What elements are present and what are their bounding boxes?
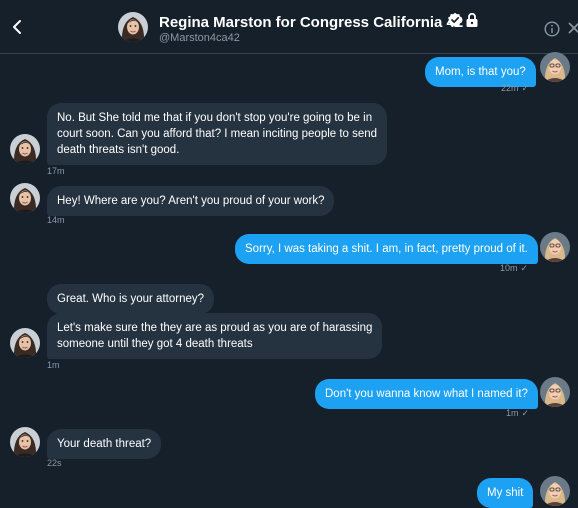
conversation-title[interactable]: Regina Marston for Congress California 4…: [159, 14, 463, 31]
avatar-image: [118, 12, 148, 42]
lock-icon: [466, 12, 478, 27]
close-icon[interactable]: [568, 22, 578, 34]
message-bubble-sent[interactable]: Don't you wanna know what I named it?: [315, 379, 538, 409]
message-timestamp: 22m ✓: [501, 83, 529, 94]
read-receipt-icon: ✓: [521, 408, 530, 418]
verified-badge-icon: [448, 12, 462, 27]
message-bubble-sent[interactable]: My shit: [477, 478, 534, 508]
message-bubble-received[interactable]: Hey! Where are you? Aren't you proud of …: [47, 186, 335, 216]
message-bubble-received[interactable]: Your death threat?: [47, 429, 162, 459]
message-line: court soon. Can you afford that? I mean …: [57, 128, 378, 140]
message-line: Let's make sure the they are as proud as…: [57, 322, 373, 334]
message-bubble-received[interactable]: No. But She told me that if you don't st…: [47, 103, 388, 165]
avatar: [10, 427, 40, 457]
avatar: [10, 328, 40, 358]
message-time: 1m: [506, 408, 519, 418]
message-time: 17m: [47, 166, 65, 176]
message-time: 14m: [47, 215, 65, 225]
message-bubble-received[interactable]: Great. Who is your attorney?: [47, 284, 215, 314]
message-time: 10m: [500, 263, 518, 273]
info-icon[interactable]: [544, 21, 560, 37]
avatar: [540, 377, 570, 407]
message-line: someone until they got 4 death threats: [57, 338, 253, 350]
avatar[interactable]: [118, 12, 148, 42]
avatar: [10, 134, 40, 164]
conversation-handle: @Marston4ca42: [159, 32, 240, 44]
avatar: [10, 183, 40, 213]
avatar: [540, 52, 570, 82]
message-time: 22m: [501, 83, 519, 93]
message-timestamp: 1m ✓: [506, 408, 529, 419]
message-bubble-sent[interactable]: Sorry, I was taking a shit. I am, in fac…: [235, 234, 538, 264]
avatar: [540, 232, 570, 262]
conversation-header: Regina Marston for Congress California 4…: [0, 0, 578, 54]
message-time: 22s: [47, 458, 62, 468]
avatar: [540, 476, 570, 506]
message-timestamp: 10m ✓: [500, 263, 528, 274]
message-bubble-received[interactable]: Let's make sure the they are as proud as…: [47, 313, 383, 359]
read-receipt-icon: ✓: [521, 83, 530, 93]
back-button[interactable]: [8, 16, 28, 38]
message-line: No. But She told me that if you don't st…: [57, 112, 373, 124]
message-line: death threats isn't good.: [57, 144, 180, 156]
read-receipt-icon: ✓: [520, 263, 529, 273]
message-time: 1m: [47, 360, 60, 370]
chevron-left-icon: [13, 20, 21, 34]
